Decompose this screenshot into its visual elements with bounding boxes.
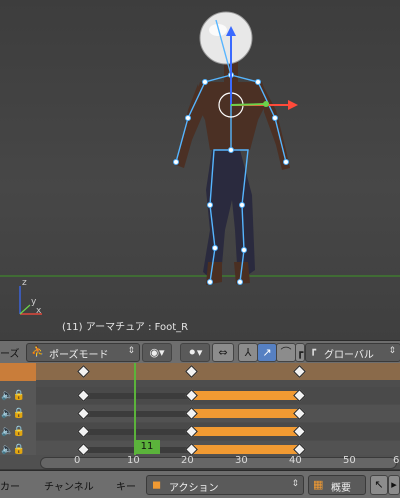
- axis-x-label: x: [36, 306, 42, 316]
- axis-manipulator-icon[interactable]: ⅄: [238, 343, 258, 362]
- dopesheet-channel-row[interactable]: [36, 441, 400, 455]
- character-mesh: [176, 62, 290, 285]
- pivot-point-button[interactable]: ⚫▾: [180, 343, 210, 362]
- ruler-tick: 50: [343, 455, 356, 466]
- orientation-icon: ┏: [310, 345, 317, 356]
- speaker-icon[interactable]: 🔈: [1, 390, 13, 401]
- hold-bar-selected: [191, 445, 299, 454]
- ruler-tick: 30: [235, 455, 248, 466]
- lock-icon[interactable]: 🔒: [12, 408, 24, 419]
- hold-bar: [83, 429, 191, 435]
- action-label: アクション: [169, 483, 219, 494]
- dopesheet-channel-row[interactable]: [36, 387, 400, 404]
- rotate-arc-icon[interactable]: ⌒: [276, 343, 296, 362]
- corner-axis-icon: z y x: [19, 278, 42, 316]
- summary-label: 概要: [331, 483, 351, 494]
- hold-bar-selected: [191, 427, 299, 436]
- editor-type-label: ーズ: [0, 349, 20, 360]
- key-menu[interactable]: キー: [116, 478, 136, 493]
- hold-bar-selected: [191, 391, 299, 400]
- current-frame-indicator[interactable]: 11: [134, 440, 160, 454]
- speaker-icon[interactable]: 🔈: [1, 408, 13, 419]
- 3d-viewport[interactable]: z y x (11) アーマチュア : Foot_R: [0, 0, 400, 340]
- keyframe[interactable]: [77, 389, 90, 402]
- transform-orientation-selector[interactable]: ┏ グローバル ⇕: [305, 343, 400, 362]
- manipulator-toggle-icon[interactable]: ⇔: [212, 343, 234, 362]
- channel-row[interactable]: 🔈🔒: [0, 441, 36, 455]
- orientation-label: グローバル: [324, 350, 374, 361]
- mode-selector[interactable]: ⛹ ポーズモード ⇕: [26, 343, 140, 362]
- channel-summary[interactable]: [0, 363, 36, 381]
- dopesheet-header: カー チャンネル キー ◼ アクション ⇕ ▦ 概要 ↖ ▸: [0, 470, 400, 498]
- channel-row[interactable]: 🔈🔒: [0, 405, 36, 423]
- dopesheet-summary-row[interactable]: [36, 363, 400, 380]
- select-cursor-icon[interactable]: ↖: [370, 475, 388, 495]
- lock-icon[interactable]: 🔒: [12, 426, 24, 437]
- frame-ruler[interactable]: 0 10 20 30 40 50 6: [0, 455, 400, 469]
- updown-arrow-icon: ⇕: [127, 346, 135, 356]
- scale-icon[interactable]: ┏: [295, 343, 305, 362]
- lock-icon[interactable]: 🔒: [12, 444, 24, 455]
- marker-menu[interactable]: カー: [0, 478, 20, 493]
- mode-label: ポーズモード: [49, 350, 109, 361]
- channel-row[interactable]: 🔈🔒: [0, 387, 36, 405]
- dopesheet-area[interactable]: 🔈🔒 🔈🔒 🔈🔒 🔈🔒 11: [0, 363, 400, 455]
- hold-bar-selected: [191, 409, 299, 418]
- channel-list: 🔈🔒 🔈🔒 🔈🔒 🔈🔒: [0, 363, 36, 455]
- summary-toggle-button[interactable]: ▦ 概要: [308, 475, 366, 495]
- viewport-scene: z y x: [0, 11, 400, 316]
- hold-bar: [83, 393, 191, 399]
- axis-z-label: z: [22, 278, 27, 288]
- translate-arrow-icon[interactable]: ↗: [257, 343, 277, 362]
- keyframe[interactable]: [77, 407, 90, 420]
- updown-arrow-icon: ⇕: [291, 479, 299, 489]
- channel-menu[interactable]: チャンネル: [44, 478, 94, 493]
- keyframe[interactable]: [77, 443, 90, 455]
- keyframe[interactable]: [185, 365, 198, 378]
- action-cube-icon: ◼: [152, 478, 162, 491]
- lock-icon[interactable]: 🔒: [12, 390, 24, 401]
- hold-bar: [83, 411, 191, 417]
- speaker-icon[interactable]: 🔈: [1, 444, 13, 455]
- keyframe[interactable]: [77, 425, 90, 438]
- pose-person-icon: ⛹: [31, 345, 45, 358]
- ruler-tick: 10: [127, 455, 140, 466]
- keyframe[interactable]: [293, 365, 306, 378]
- ruler-tick: 0: [74, 455, 81, 466]
- channel-row[interactable]: 🔈🔒: [0, 423, 36, 441]
- ruler-tick: 6: [393, 455, 400, 466]
- keyframe[interactable]: [77, 365, 90, 378]
- viewport-shading-button[interactable]: ◉▾: [142, 343, 172, 362]
- speaker-icon[interactable]: 🔈: [1, 426, 13, 437]
- updown-arrow-icon: ⇕: [388, 346, 396, 356]
- transform-gizmo: [218, 26, 298, 118]
- dopesheet-channel-row[interactable]: [36, 405, 400, 422]
- viewport-header: ーズ ⛹ ポーズモード ⇕ ◉▾ ⚫▾ ⇔ ⅄ ↗ ⌒ ┏ ┏ グローバル ⇕: [0, 340, 400, 364]
- summary-icon: ▦: [313, 478, 324, 491]
- action-selector[interactable]: ◼ アクション ⇕: [146, 475, 304, 495]
- viewport-status-text: (11) アーマチュア : Foot_R: [62, 322, 189, 333]
- filter-icon[interactable]: ▸: [388, 475, 400, 495]
- dopesheet-channel-row[interactable]: [36, 423, 400, 440]
- ruler-tick: 40: [289, 455, 302, 466]
- ruler-tick: 20: [181, 455, 194, 466]
